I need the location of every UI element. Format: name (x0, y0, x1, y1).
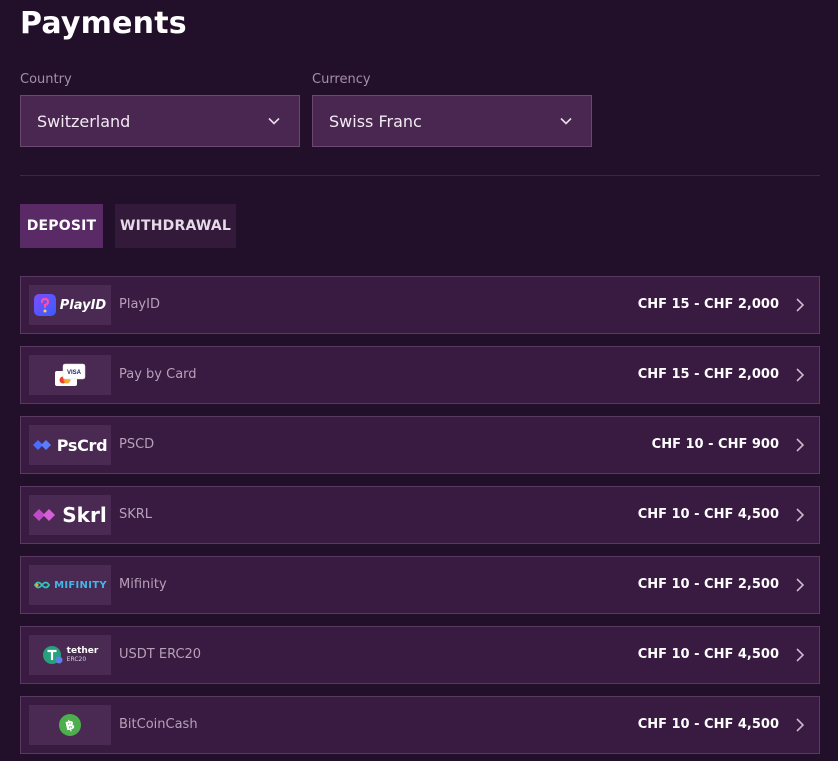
chevron-right-icon (796, 438, 805, 452)
tab-deposit[interactable]: DEPOSIT (20, 204, 103, 248)
method-name: BitCoinCash (119, 717, 198, 732)
method-range: CHF 15 - CHF 2,000 (637, 367, 779, 382)
pscrd-icon (32, 440, 51, 450)
chevron-right-icon (796, 368, 805, 382)
skrl-logo: Skrl (29, 495, 111, 535)
card-icon: VISA (55, 363, 86, 386)
chevron-down-icon (268, 117, 280, 125)
bitcoin-cash-logo: ฿ (29, 705, 111, 745)
currency-value: Swiss Franc (329, 111, 422, 131)
mifinity-logo-text: MIFINITY (54, 579, 107, 591)
country-label: Country (20, 72, 72, 87)
method-name: Mifinity (119, 577, 167, 592)
payment-method-playid[interactable]: PlayID PlayID CHF 15 - CHF 2,000 (20, 276, 820, 334)
pscrd-logo: PsCrd (29, 425, 111, 465)
tether-logo: tether ERC20 (29, 635, 111, 675)
playid-icon (33, 294, 56, 316)
method-name: PlayID (119, 297, 160, 312)
chevron-down-icon (560, 117, 572, 125)
country-value: Switzerland (37, 111, 131, 131)
playid-logo-text: PlayID (59, 297, 107, 313)
tether-logo-text: tether (66, 646, 99, 656)
currency-select[interactable]: Swiss Franc (312, 95, 592, 147)
mifinity-icon (34, 581, 51, 589)
page-title: Payments (20, 6, 187, 41)
tether-logo-subtext: ERC20 (66, 656, 87, 663)
divider (20, 175, 820, 176)
method-range: CHF 10 - CHF 4,500 (637, 507, 779, 522)
tab-withdrawal[interactable]: WITHDRAWAL (115, 204, 236, 248)
payment-method-pscd[interactable]: PsCrd PSCD CHF 10 - CHF 900 (20, 416, 820, 474)
chevron-right-icon (796, 508, 805, 522)
payment-method-skrl[interactable]: Skrl SKRL CHF 10 - CHF 4,500 (20, 486, 820, 544)
payment-method-usdt-erc20[interactable]: tether ERC20 USDT ERC20 CHF 10 - CHF 4,5… (20, 626, 820, 684)
method-name: PSCD (119, 437, 155, 452)
playid-logo: PlayID (29, 285, 111, 325)
chevron-right-icon (796, 648, 805, 662)
currency-label: Currency (312, 72, 371, 87)
method-name: SKRL (119, 507, 153, 522)
payment-method-mifinity[interactable]: MIFINITY Mifinity CHF 10 - CHF 2,500 (20, 556, 820, 614)
pscrd-logo-text: PsCrd (56, 435, 108, 455)
method-range: CHF 10 - CHF 4,500 (637, 647, 779, 662)
chevron-right-icon (796, 578, 805, 592)
bitcoin-cash-icon: ฿ (59, 714, 81, 736)
method-name: Pay by Card (119, 367, 197, 382)
visa-text: VISA (67, 370, 82, 376)
chevron-right-icon (796, 718, 805, 732)
method-range: CHF 10 - CHF 2,500 (637, 577, 779, 592)
method-range: CHF 15 - CHF 2,000 (637, 297, 779, 312)
skrl-logo-text: Skrl (62, 503, 107, 527)
mifinity-logo: MIFINITY (29, 565, 111, 605)
country-select[interactable]: Switzerland (20, 95, 300, 147)
method-range: CHF 10 - CHF 900 (651, 437, 779, 452)
tether-icon (42, 646, 63, 664)
tether-logo-text-group: tether ERC20 (67, 647, 99, 663)
card-logo: VISA (29, 355, 111, 395)
method-name: USDT ERC20 (119, 647, 202, 662)
method-range: CHF 10 - CHF 4,500 (637, 717, 779, 732)
payment-method-bitcoincash[interactable]: ฿ BitCoinCash CHF 10 - CHF 4,500 (20, 696, 820, 754)
payment-method-card[interactable]: VISA Pay by Card CHF 15 - CHF 2,000 (20, 346, 820, 404)
skrl-icon (33, 509, 56, 521)
chevron-right-icon (796, 298, 805, 312)
